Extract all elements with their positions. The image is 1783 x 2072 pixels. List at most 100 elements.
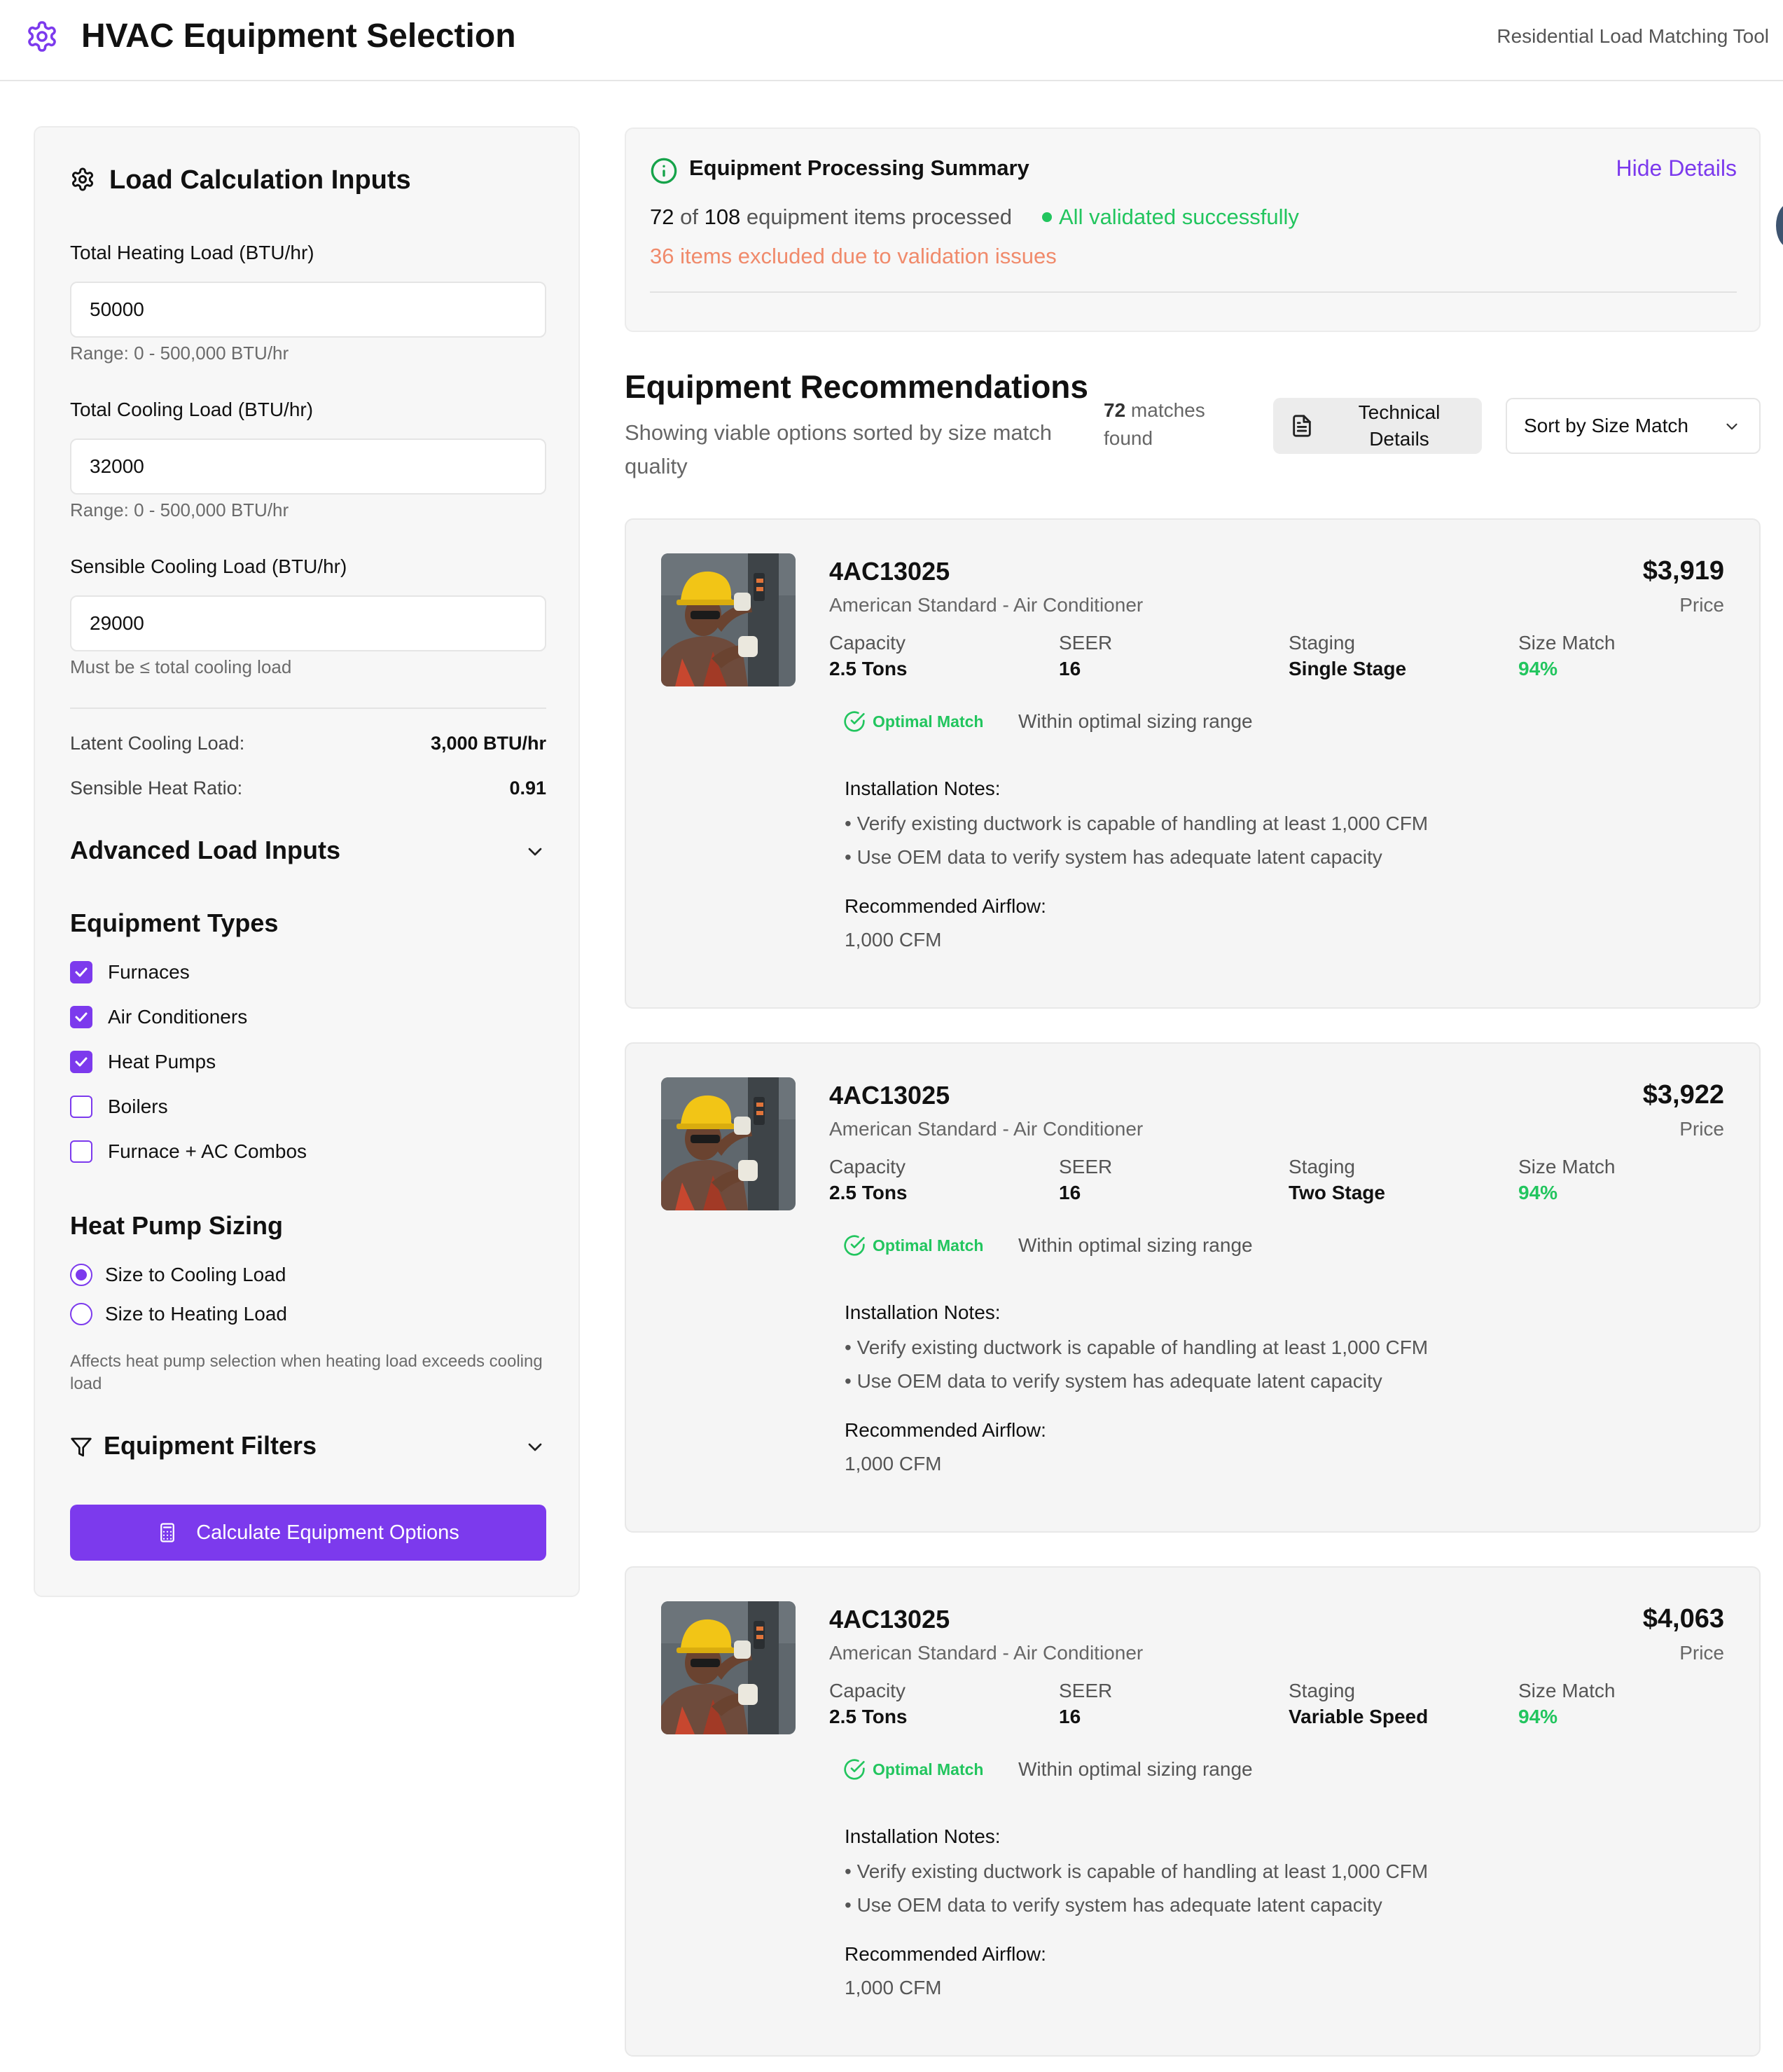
installation-note: • Verify existing ductwork is capable of… <box>845 813 1429 834</box>
checkbox-furnaces[interactable]: Furnaces <box>70 958 190 986</box>
spec-label: Size Match <box>1518 1680 1616 1701</box>
checkbox-furnace-ac-combos[interactable]: Furnace + AC Combos <box>70 1138 307 1166</box>
cooling-load-input[interactable]: 32000 <box>70 438 546 495</box>
checkbox-box[interactable] <box>70 1140 92 1163</box>
checkbox-label: Heat Pumps <box>108 1051 216 1072</box>
cooling-load-help: Range: 0 - 500,000 BTU/hr <box>70 499 289 520</box>
checkbox-box[interactable] <box>70 961 92 983</box>
airflow-title: Recommended Airflow: <box>845 1419 1046 1441</box>
processing-summary: Equipment Processing Summary Hide Detail… <box>625 127 1761 332</box>
brand-type: American Standard - Air Conditioner <box>829 1118 1144 1140</box>
installation-notes-title: Installation Notes: <box>845 1301 1001 1323</box>
heating-load-label: Total Heating Load (BTU/hr) <box>70 242 314 263</box>
radio-size-to-heating[interactable]: Size to Heating Load <box>70 1300 287 1328</box>
calculate-button-label: Calculate Equipment Options <box>196 1521 459 1544</box>
sensible-load-label: Sensible Cooling Load (BTU/hr) <box>70 555 347 577</box>
spec-label: SEER <box>1059 1156 1113 1177</box>
page-title: HVAC Equipment Selection <box>81 18 516 55</box>
total-number: 108 <box>704 205 741 229</box>
processed-number: 72 <box>650 205 674 229</box>
spec-size-match: Size Match 94% <box>1518 1678 1616 1730</box>
spec-label: SEER <box>1059 632 1113 654</box>
spec-value: 16 <box>1059 1706 1081 1727</box>
spec-value: 2.5 Tons <box>829 1706 908 1727</box>
model-number: 4AC13025 <box>829 557 950 586</box>
optimal-match-badge: Optimal Match <box>843 1234 983 1257</box>
checkbox-box[interactable] <box>70 1051 92 1073</box>
calculator-icon <box>157 1522 178 1543</box>
processed-of: of <box>674 205 705 229</box>
sensible-load-help: Must be ≤ total cooling load <box>70 656 292 677</box>
spec-value: 16 <box>1059 658 1081 679</box>
calculate-equipment-button[interactable]: Calculate Equipment Options <box>70 1505 546 1561</box>
cooling-load-label: Total Cooling Load (BTU/hr) <box>70 399 314 420</box>
chevron-down-icon <box>1723 417 1741 436</box>
sort-select[interactable]: Sort by Size Match <box>1506 398 1761 454</box>
info-icon <box>650 157 678 185</box>
checkbox-box[interactable] <box>70 1096 92 1118</box>
spec-size-match: Size Match 94% <box>1518 1154 1616 1206</box>
spec-label: Size Match <box>1518 1156 1616 1177</box>
price-value: $4,063 <box>1642 1604 1724 1634</box>
spec-value: 94% <box>1518 658 1558 679</box>
radio-button[interactable] <box>70 1303 92 1325</box>
spec-label: Capacity <box>829 1156 906 1177</box>
spec-value: Variable Speed <box>1289 1706 1429 1727</box>
installation-note: • Verify existing ductwork is capable of… <box>845 1860 1429 1882</box>
installation-note: • Use OEM data to verify system has adeq… <box>845 846 1382 868</box>
badge-description: Within optimal sizing range <box>1018 1758 1253 1780</box>
spec-label: Size Match <box>1518 632 1616 654</box>
checkbox-air-conditioners[interactable]: Air Conditioners <box>70 1003 247 1031</box>
sort-select-value: Sort by Size Match <box>1524 415 1688 436</box>
radio-button[interactable] <box>70 1264 92 1286</box>
badge-description: Within optimal sizing range <box>1018 710 1253 732</box>
equipment-card[interactable]: 4AC13025 American Standard - Air Conditi… <box>625 1566 1761 2057</box>
hide-details-link[interactable]: Hide Details <box>1616 154 1737 182</box>
badge-label: Optimal Match <box>873 1236 984 1255</box>
price-label: Price <box>1679 1118 1724 1140</box>
airflow-value: 1,000 CFM <box>845 1977 942 1998</box>
spec-staging: Staging Single Stage <box>1289 630 1406 682</box>
checkbox-box[interactable] <box>70 1006 92 1028</box>
equipment-card[interactable]: 4AC13025 American Standard - Air Conditi… <box>625 518 1761 1009</box>
optimal-match-badge: Optimal Match <box>843 1758 983 1781</box>
latent-load-value: 3,000 BTU/hr <box>430 733 546 754</box>
equipment-card[interactable]: 4AC13025 American Standard - Air Conditi… <box>625 1042 1761 1533</box>
spec-label: Capacity <box>829 632 906 654</box>
sensible-load-input[interactable]: 29000 <box>70 595 546 651</box>
technician-photo <box>661 1077 796 1210</box>
status-dot <box>1042 212 1052 222</box>
spec-capacity: Capacity 2.5 Tons <box>829 1154 908 1206</box>
airflow-value: 1,000 CFM <box>845 929 942 951</box>
spec-value: Two Stage <box>1289 1182 1385 1203</box>
checkbox-heat-pumps[interactable]: Heat Pumps <box>70 1048 216 1076</box>
installation-notes-title: Installation Notes: <box>845 778 1001 799</box>
brand-type: American Standard - Air Conditioner <box>829 1642 1144 1664</box>
heating-load-help: Range: 0 - 500,000 BTU/hr <box>70 343 289 364</box>
heating-load-input[interactable]: 50000 <box>70 282 546 338</box>
chevron-down-icon <box>524 1436 546 1458</box>
summary-title: Equipment Processing Summary <box>689 156 1029 180</box>
technical-details-button[interactable]: Technical Details <box>1273 398 1482 454</box>
spec-value: 94% <box>1518 1182 1558 1203</box>
inputs-heading: Load Calculation Inputs <box>109 165 411 195</box>
processed-suffix: equipment items processed <box>740 205 1013 229</box>
spec-value: 2.5 Tons <box>829 1182 908 1203</box>
advanced-inputs-toggle[interactable]: Advanced Load Inputs <box>70 835 546 870</box>
checkbox-label: Furnace + AC Combos <box>108 1140 307 1162</box>
check-circle-icon <box>843 710 866 733</box>
brand-type: American Standard - Air Conditioner <box>829 594 1144 616</box>
matches-number: 72 <box>1104 399 1126 421</box>
side-handle[interactable] <box>1776 203 1783 248</box>
radio-size-to-cooling[interactable]: Size to Cooling Load <box>70 1261 286 1289</box>
app-subtitle: Residential Load Matching Tool <box>1497 25 1769 47</box>
price-value: $3,919 <box>1642 556 1724 586</box>
equipment-filters-toggle[interactable]: Equipment Filters <box>70 1430 546 1465</box>
divider <box>70 707 546 709</box>
spec-value: 94% <box>1518 1706 1558 1727</box>
recommendations-subtitle: Showing viable options sorted by size ma… <box>625 420 1052 478</box>
check-circle-icon <box>843 1234 866 1257</box>
checkbox-boilers[interactable]: Boilers <box>70 1093 168 1121</box>
badge-description: Within optimal sizing range <box>1018 1234 1253 1256</box>
heat-pump-sizing-heading: Heat Pump Sizing <box>70 1211 284 1240</box>
